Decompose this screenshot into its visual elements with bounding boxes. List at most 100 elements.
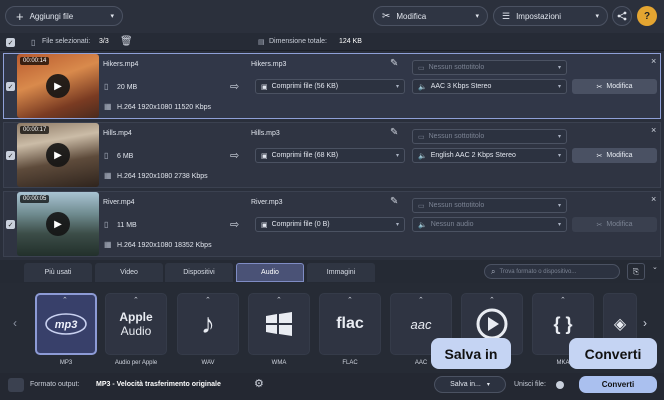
- edit-button[interactable]: ✂ Modifica ▾: [373, 6, 488, 26]
- merge-files-label: Unisci file:: [514, 381, 546, 388]
- scissors-icon: ✂: [382, 10, 391, 22]
- format-caption: Audio per Apple: [114, 360, 158, 366]
- share-button[interactable]: [612, 6, 632, 26]
- tab-images[interactable]: Immagini: [307, 263, 375, 282]
- close-icon[interactable]: ×: [651, 194, 656, 204]
- format-logo-icon: ◈: [613, 316, 627, 333]
- output-format-label: Formato output:: [30, 381, 80, 388]
- film-icon: ▦: [104, 240, 112, 249]
- chevron-left-icon[interactable]: ‹: [13, 316, 17, 330]
- subtitle-icon: ▭: [418, 64, 425, 72]
- aac-logo-text: aac: [410, 316, 432, 332]
- chevron-up-icon: ⌃: [133, 297, 139, 304]
- source-filename: Hikers.mp4: [103, 61, 139, 68]
- file-icon: ▯: [104, 220, 109, 229]
- rename-pencil-icon[interactable]: ✎: [390, 196, 398, 207]
- format-caption: MP3: [59, 360, 73, 366]
- convert-button[interactable]: Converti: [579, 376, 657, 393]
- row-edit-label: Modifica: [606, 221, 633, 228]
- file-size-icon: ▤: [258, 39, 265, 46]
- compress-dropdown[interactable]: ▣ Comprimi file (56 KB) ▾: [255, 79, 405, 94]
- add-files-button[interactable]: + Aggiungi file ▾: [5, 6, 123, 26]
- subtitle-dropdown[interactable]: ▭ Nessun sottotitolo ▾: [412, 129, 567, 144]
- settings-button[interactable]: ☰ Impostazioni ▾: [493, 6, 608, 26]
- chevron-down-icon: ▾: [486, 382, 490, 388]
- row-edit-button[interactable]: ✂ Modifica: [572, 217, 657, 232]
- audio-dropdown[interactable]: 🔈 English AAC 2 Kbps Stereo ▾: [412, 148, 567, 163]
- rename-pencil-icon[interactable]: ✎: [390, 127, 398, 138]
- format-caption: WAV: [201, 360, 215, 366]
- add-files-label: Aggiungi file: [29, 11, 74, 21]
- video-thumbnail[interactable]: 00:00:05 ▶: [17, 192, 99, 256]
- chevron-down-icon: ▾: [395, 84, 399, 90]
- file-icon: ▯: [104, 151, 109, 160]
- search-placeholder: Trova formato o dispositivo...: [499, 268, 577, 275]
- compress-dropdown[interactable]: ▣ Comprimi file (0 B) ▾: [255, 217, 405, 232]
- video-thumbnail[interactable]: 00:00:17 ▶: [17, 123, 99, 187]
- video-thumbnail[interactable]: 00:00:14 ▶: [17, 54, 99, 118]
- play-icon[interactable]: ▶: [46, 212, 70, 236]
- save-to-dropdown[interactable]: Salva in... ▾: [434, 376, 506, 393]
- convert-arrow-icon: ⇨: [230, 219, 240, 231]
- output-settings-gear-icon[interactable]: ⚙: [254, 377, 264, 390]
- plus-icon: +: [16, 8, 24, 24]
- save-to-callout-text: Salva in: [444, 345, 498, 362]
- compress-dropdown[interactable]: ▣ Comprimi file (68 KB) ▾: [255, 148, 405, 163]
- chevron-down-icon: ▾: [110, 13, 114, 20]
- search-icon: ⌕: [491, 266, 496, 276]
- row-checkbox[interactable]: ✓: [6, 220, 15, 229]
- selected-count: 3/3: [99, 38, 109, 45]
- format-search-input[interactable]: ⌕ Trova formato o dispositivo...: [484, 264, 620, 279]
- scissors-icon: ✂: [596, 152, 603, 160]
- apple-logo-text: Apple: [119, 310, 153, 324]
- film-icon: ▦: [104, 171, 112, 180]
- subtitle-label: Nessun sottotitolo: [428, 133, 485, 140]
- rename-pencil-icon[interactable]: ✎: [390, 58, 398, 69]
- row-edit-button[interactable]: ✂ Modifica: [572, 79, 657, 94]
- convert-callout: Converti: [569, 338, 657, 369]
- close-icon[interactable]: ×: [651, 56, 656, 66]
- play-icon[interactable]: ▶: [46, 143, 70, 167]
- tab-video[interactable]: Video: [95, 263, 163, 282]
- apple-audio-text: Audio: [120, 324, 152, 338]
- select-all-checkbox[interactable]: ✓: [6, 38, 15, 47]
- collapse-icon[interactable]: ⌄: [652, 263, 658, 271]
- close-icon[interactable]: ×: [651, 125, 656, 135]
- tab-devices[interactable]: Dispositivi: [165, 263, 233, 282]
- save-to-callout: Salva in: [431, 338, 511, 369]
- tab-most-used[interactable]: Più usati: [24, 263, 92, 282]
- trash-icon[interactable]: 🗑: [120, 36, 133, 47]
- audio-label: English AAC 2 Kbps Stereo: [430, 152, 516, 159]
- source-size: 20 MB: [117, 84, 138, 91]
- audio-dropdown[interactable]: 🔈 AAC 3 Kbps Stereo ▾: [412, 79, 567, 94]
- merge-files-toggle[interactable]: [556, 381, 564, 389]
- subtitle-dropdown[interactable]: ▭ Nessun sottotitolo ▾: [412, 60, 567, 75]
- source-size: 11 MB: [117, 222, 137, 229]
- duration-label: 00:00:17: [20, 126, 50, 134]
- settings-label: Impostazioni: [516, 11, 561, 21]
- chevron-up-icon: ⌃: [489, 297, 495, 304]
- chevron-right-icon[interactable]: ›: [643, 316, 647, 330]
- compress-icon: ▣: [261, 83, 268, 91]
- file-icon: ▯: [31, 38, 36, 47]
- help-icon: ?: [643, 10, 651, 22]
- chevron-down-icon: ▾: [557, 65, 561, 71]
- total-size: 124 KB: [339, 38, 362, 45]
- row-checkbox[interactable]: ✓: [6, 82, 15, 91]
- audio-dropdown[interactable]: 🔈 Nessun audio ▾: [412, 217, 567, 232]
- compress-icon: ▣: [261, 221, 268, 229]
- mp3-logo-icon: mp3: [45, 313, 87, 335]
- play-icon[interactable]: ▶: [46, 74, 70, 98]
- export-format-button[interactable]: ⎘: [627, 263, 645, 280]
- source-codec: H.264 1920x1080 11520 Kbps: [117, 104, 212, 111]
- tab-audio[interactable]: Audio: [236, 263, 304, 282]
- subtitle-icon: ▭: [418, 133, 425, 141]
- film-icon: ▦: [104, 102, 112, 111]
- chevron-down-icon: ▾: [557, 153, 561, 159]
- subtitle-dropdown[interactable]: ▭ Nessun sottotitolo ▾: [412, 198, 567, 213]
- edit-label: Modifica: [396, 11, 427, 21]
- chevron-down-icon: ▾: [395, 153, 399, 159]
- help-button[interactable]: ?: [637, 6, 657, 26]
- row-edit-button[interactable]: ✂ Modifica: [572, 148, 657, 163]
- row-checkbox[interactable]: ✓: [6, 151, 15, 160]
